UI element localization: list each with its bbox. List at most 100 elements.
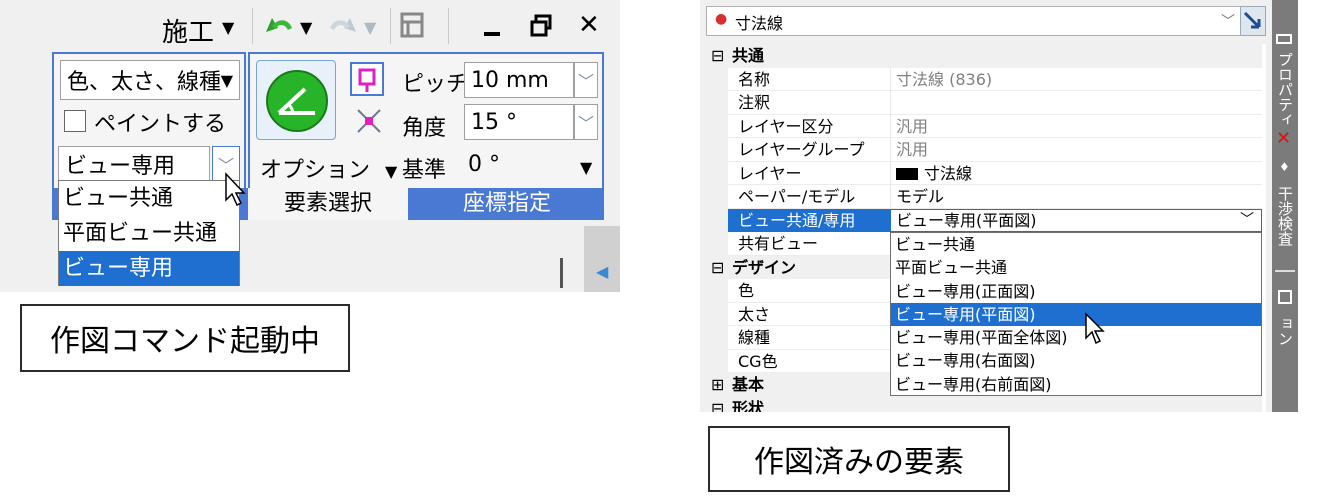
divider <box>560 258 563 288</box>
property-name: 線種 <box>738 328 771 347</box>
undo-icon[interactable] <box>262 12 296 46</box>
property-panel: ● 寸法線 ﹀ ⊟ 共通 名称 寸法線 (836) 注釈 レイヤー区分 汎用 レ… <box>700 0 1315 412</box>
view-combo[interactable]: ビュー専用 <box>58 146 210 182</box>
base-value: 0 ° <box>468 152 500 177</box>
property-name: 色 <box>738 281 755 300</box>
side-tab-simulation[interactable]: シミュレーション <box>1275 316 1317 410</box>
pick-arrow-icon <box>1243 11 1261 29</box>
property-name: ビュー共通/専用 <box>738 210 856 230</box>
base-dropdown-icon[interactable]: ▼ <box>580 158 592 177</box>
angle-label: 角度 <box>402 116 447 141</box>
window-layout-icon[interactable] <box>398 10 428 46</box>
property-name: 注釈 <box>738 93 771 112</box>
dropdown-item[interactable]: ビュー専用(正面図) <box>891 280 1261 303</box>
property-row-selected[interactable]: ビュー共通/専用 ビュー専用(平面図) ﹀ <box>706 208 1262 232</box>
category-row[interactable]: ⊟ 共通 <box>706 44 1262 68</box>
side-tab-strip: プロパティ ✕ ♦ 干渉検査 シミュレーション <box>1272 0 1315 412</box>
dropdown-item[interactable]: ビュー専用(平面全体図) <box>891 326 1261 349</box>
property-name: レイヤー <box>738 163 802 183</box>
side-tab-properties[interactable]: プロパティ <box>1275 52 1296 127</box>
footer-coord-input[interactable]: 座標指定 <box>412 188 602 220</box>
toolbar-separator <box>390 8 391 44</box>
property-name: 太さ <box>738 304 771 324</box>
property-value: モデル <box>896 187 945 206</box>
speaker-icon: ◀ <box>596 262 609 281</box>
line-attribute-value: 色、太さ、線種 <box>67 70 222 95</box>
category-label: 基本 <box>732 375 765 394</box>
dropdown-item[interactable]: 平面ビュー共通 <box>891 256 1261 279</box>
base-label: 基準 <box>402 158 447 183</box>
property-grid: ⊟ 共通 名称 寸法線 (836) 注釈 レイヤー区分 汎用 レイヤーグループ … <box>706 44 1266 412</box>
redo-icon[interactable] <box>326 12 360 46</box>
property-row[interactable]: レイヤー 寸法線 <box>706 161 1262 185</box>
angle-input[interactable]: 15 ° <box>464 104 574 140</box>
caption-left: 作図コマンド起動中 <box>20 304 350 372</box>
dropdown-item[interactable]: ビュー専用(右前面図) <box>891 373 1261 396</box>
dropdown-item-selected[interactable]: ビュー専用(平面図) <box>891 302 1261 327</box>
dropdown-item-selected[interactable]: ビュー専用 <box>59 251 239 286</box>
property-value: 汎用 <box>896 116 929 136</box>
option-button[interactable]: オプション ▼ <box>260 152 397 184</box>
category-label: 形状 <box>732 398 765 412</box>
pitch-input[interactable]: 10 mm <box>464 62 574 98</box>
property-row[interactable]: ペーパー/モデル モデル <box>706 185 1262 209</box>
line-attribute-combo[interactable]: 色、太さ、線種 ▼ <box>60 60 240 100</box>
undo-dropdown-icon[interactable]: ▼ <box>300 18 312 37</box>
snap-point-icon <box>358 68 376 92</box>
expand-icon[interactable]: ⊞ <box>711 373 724 396</box>
category-label: 共通 <box>732 46 765 65</box>
dropdown-item[interactable]: ビュー共通 <box>59 181 239 216</box>
close-icon[interactable]: ✕ <box>578 10 600 40</box>
chevron-down-icon[interactable]: ﹀ <box>1240 209 1254 232</box>
bullet-icon: ● <box>715 11 728 27</box>
property-row[interactable]: レイヤーグループ 汎用 <box>706 138 1262 162</box>
toolbar-separator <box>252 8 253 44</box>
property-row[interactable]: レイヤー区分 汎用 <box>706 114 1262 138</box>
ribbon-panel: 施工 ▼ ▼ ▼ ✕ 色、太さ、線種 ▼ ペイントする ビュー専用 ﹀ ピッチ … <box>0 0 620 292</box>
tab-divider <box>1275 270 1295 272</box>
pin-icon[interactable] <box>1276 34 1292 44</box>
select-element-button[interactable] <box>1240 6 1266 36</box>
property-value: 寸法線 (836) <box>896 69 993 89</box>
chevron-down-icon: ▼ <box>385 162 398 181</box>
property-row[interactable]: 名称 寸法線 (836) <box>706 67 1262 91</box>
option-label: オプション <box>260 158 371 183</box>
dropdown-item[interactable]: ビュー専用(右面図) <box>891 349 1261 372</box>
mouse-cursor-icon <box>1084 312 1106 350</box>
chevron-down-icon: ▼ <box>220 70 233 90</box>
angle-value: 15 ° <box>471 109 517 135</box>
collapse-icon[interactable]: ⊟ <box>711 397 724 412</box>
close-icon[interactable]: ✕ <box>1276 128 1291 149</box>
window-icon <box>1278 290 1292 304</box>
property-name: レイヤー区分 <box>738 116 834 136</box>
layer-color-swatch <box>896 167 918 180</box>
object-selector[interactable]: ● 寸法線 ﹀ <box>706 6 1246 36</box>
dropdown-item[interactable]: ビュー共通 <box>891 233 1261 256</box>
dimension-mode-button[interactable] <box>256 60 336 140</box>
pitch-label: ピッチ <box>402 72 469 97</box>
menu-title[interactable]: 施工 <box>162 12 214 49</box>
mouse-cursor-icon <box>224 172 248 212</box>
property-name: ペーパー/モデル <box>738 187 856 206</box>
collapse-icon[interactable]: ⊟ <box>711 256 724 279</box>
angle-dropdown-button[interactable]: ﹀ <box>574 104 598 140</box>
minimize-icon[interactable] <box>484 32 500 36</box>
collapse-icon[interactable]: ⊟ <box>711 44 724 67</box>
redo-dropdown-icon[interactable]: ▼ <box>364 18 376 37</box>
dropdown-item[interactable]: 平面ビュー共通 <box>59 216 239 251</box>
toolbar-separator <box>448 8 449 44</box>
category-row[interactable]: ⊟ 形状 <box>706 396 1262 412</box>
paint-checkbox[interactable] <box>64 110 86 132</box>
menu-dropdown-icon[interactable]: ▼ <box>222 18 234 37</box>
property-value: 汎用 <box>896 140 929 159</box>
snap-point-button[interactable] <box>350 62 384 96</box>
paint-checkbox-label: ペイントする <box>94 112 227 137</box>
side-tab-interference[interactable]: 干渉検査 <box>1275 186 1296 246</box>
restore-icon[interactable] <box>530 14 552 42</box>
property-row[interactable]: 注釈 <box>706 91 1262 115</box>
pitch-dropdown-button[interactable]: ﹀ <box>574 62 598 98</box>
scroll-edge <box>584 226 620 292</box>
snap-intersection-icon[interactable] <box>354 106 384 140</box>
footer-element-select[interactable]: 要素選択 <box>248 188 408 220</box>
chevron-down-icon: ﹀ <box>1221 14 1235 30</box>
